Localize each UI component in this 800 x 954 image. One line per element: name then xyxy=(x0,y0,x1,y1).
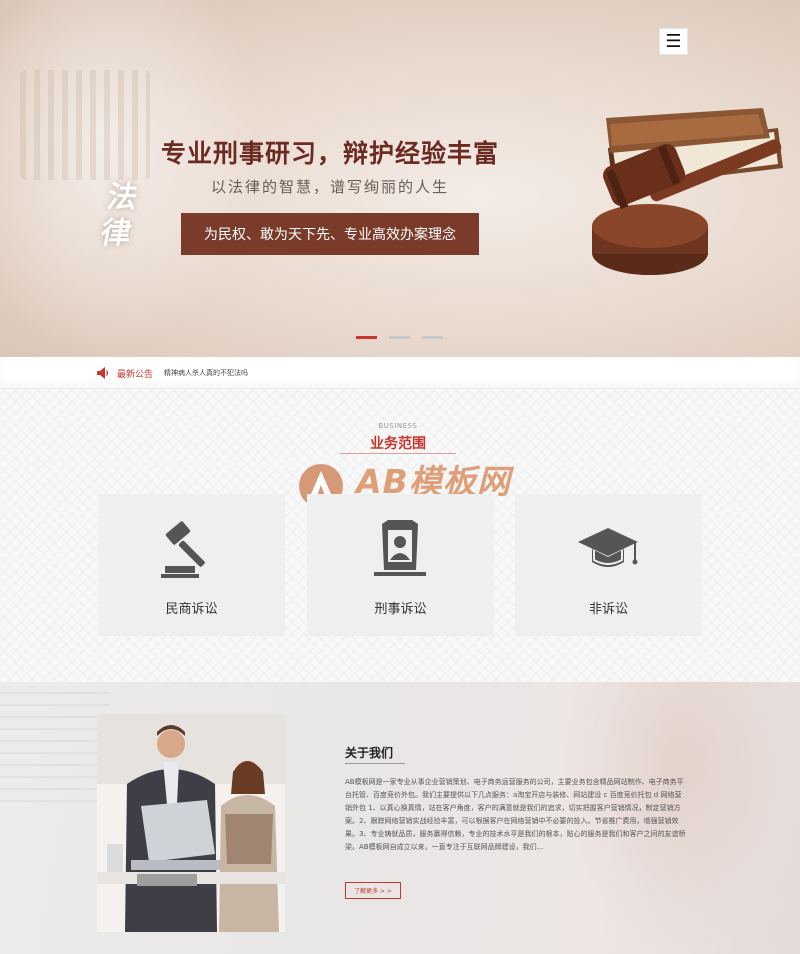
menu-button[interactable]: ☰ xyxy=(659,28,688,55)
portrait-frame-icon xyxy=(374,520,426,576)
hero-title: 专业刑事研习，辩护经验丰富 xyxy=(160,139,499,168)
hero-background-shelf xyxy=(20,70,150,180)
business-title: 业务范围 xyxy=(370,436,426,452)
service-card-label: 刑事诉讼 xyxy=(374,602,427,617)
gavel-and-books-illustration xyxy=(592,108,783,275)
learn-more-button[interactable]: 了解更多 > > xyxy=(345,882,401,899)
slider-dot-1[interactable] xyxy=(356,336,377,339)
hamburger-icon: ☰ xyxy=(665,30,682,52)
graduation-cap-icon xyxy=(578,528,638,567)
slider-dot-3[interactable] xyxy=(422,336,443,339)
business-section: BUSINESS 业务范围 AB模板网 www.AdminBuy.Cn 民商诉讼… xyxy=(0,389,800,682)
hero-cta-button[interactable]: 为民权、敢为天下先、专业高效办案理念 xyxy=(181,213,479,255)
notice-label: 最新公告 xyxy=(117,370,154,380)
slider-dot-2[interactable] xyxy=(389,336,410,339)
slider-pagination xyxy=(356,336,443,339)
business-title-en: BUSINESS xyxy=(378,422,418,430)
about-section: 关于我们 AB模板网是一家专业从事企业营销策划、电子商务运营服务的公司，主要业务… xyxy=(0,682,800,954)
speaker-icon xyxy=(97,367,109,379)
service-card-label: 非诉讼 xyxy=(588,602,628,617)
about-title: 关于我们 xyxy=(345,746,394,760)
about-description: AB模板网是一家专业从事企业营销策划、电子商务运营服务的公司，主要业务包含精品网… xyxy=(345,778,686,851)
hero-subtitle: 以法律的智慧，谱写绚丽的人生 xyxy=(210,178,449,196)
hero-calligraphy: 法律 xyxy=(97,180,141,251)
business-title-divider xyxy=(340,453,456,454)
about-background-chart xyxy=(0,692,110,802)
service-card-civil[interactable]: 民商诉讼 xyxy=(98,494,285,636)
service-card-criminal[interactable]: 刑事诉讼 xyxy=(307,494,494,636)
service-card-label: 民商诉讼 xyxy=(165,602,218,617)
service-card-non-litigation[interactable]: 非诉讼 xyxy=(515,494,702,636)
sound-block-image xyxy=(592,204,708,275)
notice-link[interactable]: 精神病人杀人真的不犯法吗 xyxy=(164,368,248,378)
gavel-icon xyxy=(161,521,205,578)
hero-banner: ☰ 法律 专业刑事研习，辩护经验丰富 以法律的智慧，谱写绚丽的人生 为民权、敢为… xyxy=(0,0,800,357)
about-photo xyxy=(97,714,285,932)
notice-bar: 最新公告 精神病人杀人真的不犯法吗 xyxy=(0,357,800,389)
about-title-divider xyxy=(345,763,405,764)
